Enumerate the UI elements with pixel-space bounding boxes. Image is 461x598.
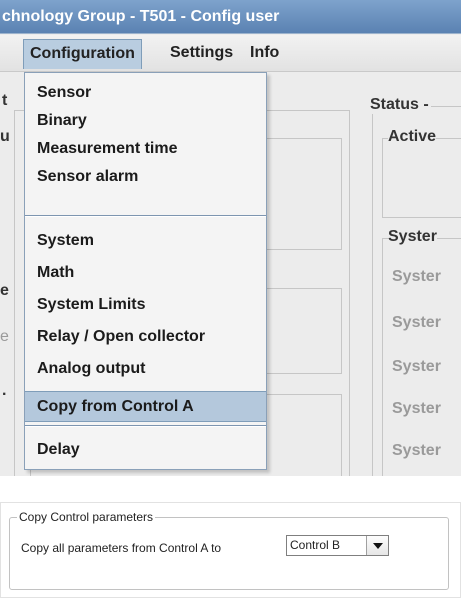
menu-separator-2 bbox=[25, 425, 266, 427]
menu-bar: Configuration Settings Info bbox=[0, 35, 461, 72]
menu-item-analog-output[interactable]: Analog output bbox=[25, 355, 266, 382]
system-row-5: Syster bbox=[392, 442, 441, 459]
menu-item-system[interactable]: System bbox=[25, 227, 266, 254]
window-title: chnology Group - T501 - Config user bbox=[2, 8, 280, 25]
copy-parameters-label: Copy all parameters from Control A to bbox=[21, 541, 222, 555]
system-row-4: Syster bbox=[392, 400, 441, 417]
system-row-2: Syster bbox=[392, 314, 441, 331]
menu-info[interactable]: Info bbox=[244, 39, 285, 69]
left-fragment-4: e bbox=[0, 328, 9, 345]
menu-item-math[interactable]: Math bbox=[25, 259, 266, 286]
target-control-value: Control B bbox=[290, 538, 341, 552]
menu-item-sensor[interactable]: Sensor bbox=[25, 79, 266, 106]
system-label: Syster bbox=[388, 228, 437, 246]
menu-item-system-limits[interactable]: System Limits bbox=[25, 291, 266, 318]
menu-item-delay[interactable]: Delay bbox=[25, 436, 266, 463]
copy-control-dialog: Copy Control parameters Copy all paramet… bbox=[0, 502, 461, 598]
target-control-select[interactable]: Control B bbox=[286, 535, 389, 556]
menu-settings[interactable]: Settings bbox=[164, 39, 239, 69]
configuration-dropdown: Sensor Binary Measurement time Sensor al… bbox=[24, 72, 267, 470]
menu-item-binary[interactable]: Binary bbox=[25, 107, 266, 134]
status-label: Status - bbox=[370, 96, 431, 114]
menu-separator-1 bbox=[25, 215, 266, 217]
active-panel-frame bbox=[382, 138, 461, 218]
menu-configuration[interactable]: Configuration bbox=[23, 39, 142, 69]
left-fragment-5: . bbox=[2, 382, 7, 399]
left-fragment-1: t bbox=[2, 92, 8, 109]
menu-item-measurement-time[interactable]: Measurement time bbox=[25, 135, 266, 162]
menu-item-sensor-alarm[interactable]: Sensor alarm bbox=[25, 163, 266, 190]
screenshot-top: chnology Group - T501 - Config user Conf… bbox=[0, 0, 461, 476]
menu-item-relay-open-collector[interactable]: Relay / Open collector bbox=[25, 323, 266, 350]
window-titlebar: chnology Group - T501 - Config user bbox=[0, 0, 461, 34]
copy-control-legend: Copy Control parameters bbox=[17, 510, 156, 524]
system-row-3: Syster bbox=[392, 358, 441, 375]
system-row-1: Syster bbox=[392, 268, 441, 285]
left-fragment-2: u bbox=[0, 128, 10, 145]
left-fragment-3: e bbox=[0, 282, 9, 299]
menu-item-copy-from-control-a[interactable]: Copy from Control A bbox=[25, 391, 266, 422]
dropdown-arrow-button[interactable] bbox=[366, 536, 388, 555]
active-label: Active bbox=[388, 128, 437, 146]
chevron-down-icon bbox=[373, 543, 383, 549]
